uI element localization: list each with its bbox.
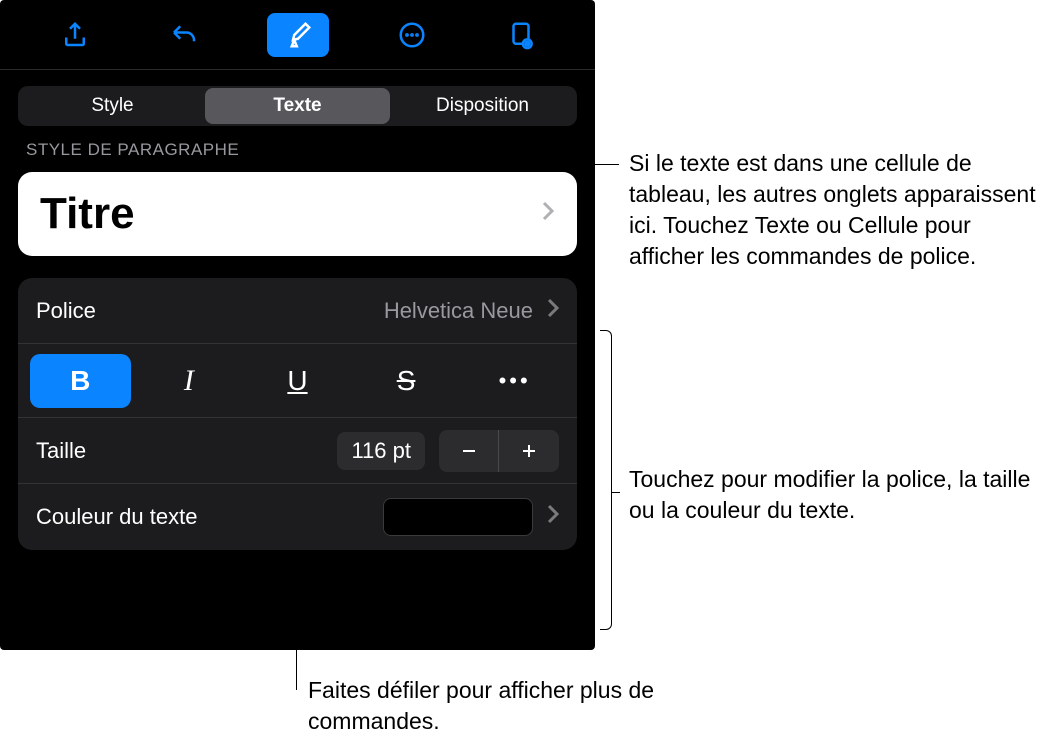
size-increase-button[interactable] [499, 430, 559, 472]
strikethrough-button[interactable]: S [356, 354, 457, 408]
chevron-right-icon [541, 200, 555, 229]
more-button[interactable] [386, 9, 438, 61]
size-stepper [439, 430, 559, 472]
more-format-button[interactable]: ••• [464, 354, 565, 408]
tab-disposition[interactable]: Disposition [390, 88, 575, 124]
callout-line [296, 127, 297, 164]
italic-button[interactable]: I [139, 354, 240, 408]
callout-line [296, 628, 297, 690]
share-button[interactable] [49, 9, 101, 61]
document-view-button[interactable] [495, 9, 547, 61]
size-decrease-button[interactable] [439, 430, 499, 472]
font-card: Police Helvetica Neue B I U S ••• Taille… [18, 278, 577, 550]
callout-text-3: Faites défiler pour afficher plus de com… [308, 675, 668, 737]
chevron-right-icon [547, 297, 559, 325]
tab-texte[interactable]: Texte [205, 88, 390, 124]
format-brush-button[interactable] [267, 13, 329, 57]
tab-style[interactable]: Style [20, 88, 205, 124]
size-row: Taille 116 pt [18, 418, 577, 484]
tab-bar: Style Texte Disposition [18, 86, 577, 126]
font-label: Police [36, 298, 96, 324]
callout-line [612, 492, 620, 493]
bold-button[interactable]: B [30, 354, 131, 408]
font-row[interactable]: Police Helvetica Neue [18, 278, 577, 344]
size-value[interactable]: 116 pt [337, 432, 425, 470]
undo-button[interactable] [158, 9, 210, 61]
format-row: B I U S ••• [18, 344, 577, 418]
top-toolbar [0, 0, 595, 70]
callout-bracket [600, 330, 612, 630]
paragraph-style-title: Titre [40, 189, 135, 239]
text-color-row[interactable]: Couleur du texte [18, 484, 577, 550]
chevron-right-icon [547, 503, 559, 531]
paragraph-style-row[interactable]: Titre [18, 172, 577, 256]
size-label: Taille [36, 438, 86, 464]
underline-button[interactable]: U [247, 354, 348, 408]
format-panel: Style Texte Disposition STYLE DE PARAGRA… [0, 0, 595, 650]
text-color-label: Couleur du texte [36, 504, 197, 530]
callout-text-2: Touchez pour modifier la police, la tail… [629, 464, 1059, 526]
section-label-paragraph: STYLE DE PARAGRAPHE [26, 140, 569, 160]
text-color-swatch[interactable] [383, 498, 533, 536]
callout-text-1: Si le texte est dans une cellule de tabl… [629, 148, 1049, 272]
callout-line [296, 164, 619, 165]
font-value: Helvetica Neue [384, 298, 533, 324]
